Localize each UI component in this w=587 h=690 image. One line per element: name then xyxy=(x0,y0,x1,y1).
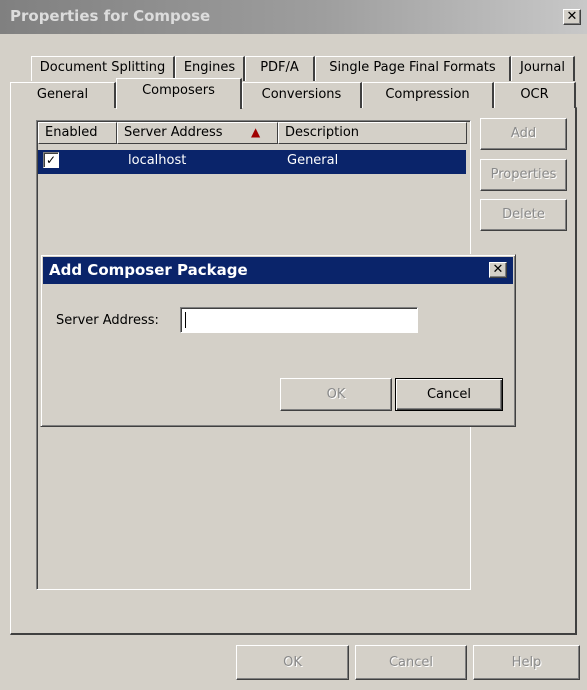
column-header-server-address[interactable]: Server Address ▲ xyxy=(117,122,278,144)
dialog-close-button[interactable]: ✕ xyxy=(489,262,507,278)
tab-single-page-final-formats[interactable]: Single Page Final Formats xyxy=(315,56,511,81)
cell-server-address: localhost xyxy=(128,153,187,168)
tab-composers[interactable]: Composers xyxy=(116,78,242,109)
cell-description: General xyxy=(287,153,339,168)
checkmark-icon: ✓ xyxy=(45,153,57,167)
enabled-checkbox[interactable]: ✓ xyxy=(43,152,59,168)
window-title: Properties for Compose xyxy=(10,7,211,25)
delete-button[interactable]: Delete xyxy=(480,199,567,231)
column-header-enabled[interactable]: Enabled xyxy=(38,122,117,144)
ok-button[interactable]: OK xyxy=(236,645,349,680)
tab-conversions[interactable]: Conversions xyxy=(242,82,362,108)
tab-general[interactable]: General xyxy=(10,82,116,108)
tab-pdfa[interactable]: PDF/A xyxy=(245,56,315,81)
table-row[interactable]: localhost General xyxy=(38,150,466,174)
close-icon: ✕ xyxy=(566,9,578,24)
server-address-label: Server Address: xyxy=(56,313,159,328)
dialog-cancel-button[interactable]: Cancel xyxy=(395,378,503,411)
window-titlebar[interactable]: Properties for Compose xyxy=(0,0,587,34)
help-button[interactable]: Help xyxy=(473,645,580,680)
window-close-button[interactable]: ✕ xyxy=(563,9,581,25)
sort-ascending-icon: ▲ xyxy=(251,125,261,139)
tab-ocr[interactable]: OCR xyxy=(494,82,576,108)
close-icon: ✕ xyxy=(492,262,504,277)
add-button[interactable]: Add xyxy=(480,118,567,150)
dialog-ok-button[interactable]: OK xyxy=(280,378,392,411)
column-header-description[interactable]: Description xyxy=(278,122,467,144)
properties-button[interactable]: Properties xyxy=(480,159,567,191)
tab-compression[interactable]: Compression xyxy=(362,82,494,108)
tab-journal[interactable]: Journal xyxy=(511,56,575,81)
dialog-title: Add Composer Package xyxy=(49,261,248,279)
text-caret xyxy=(185,312,186,328)
cancel-button[interactable]: Cancel xyxy=(355,645,467,680)
server-address-input[interactable] xyxy=(180,307,418,333)
header-filler xyxy=(467,122,470,144)
dialog-titlebar[interactable]: Add Composer Package xyxy=(43,257,513,284)
